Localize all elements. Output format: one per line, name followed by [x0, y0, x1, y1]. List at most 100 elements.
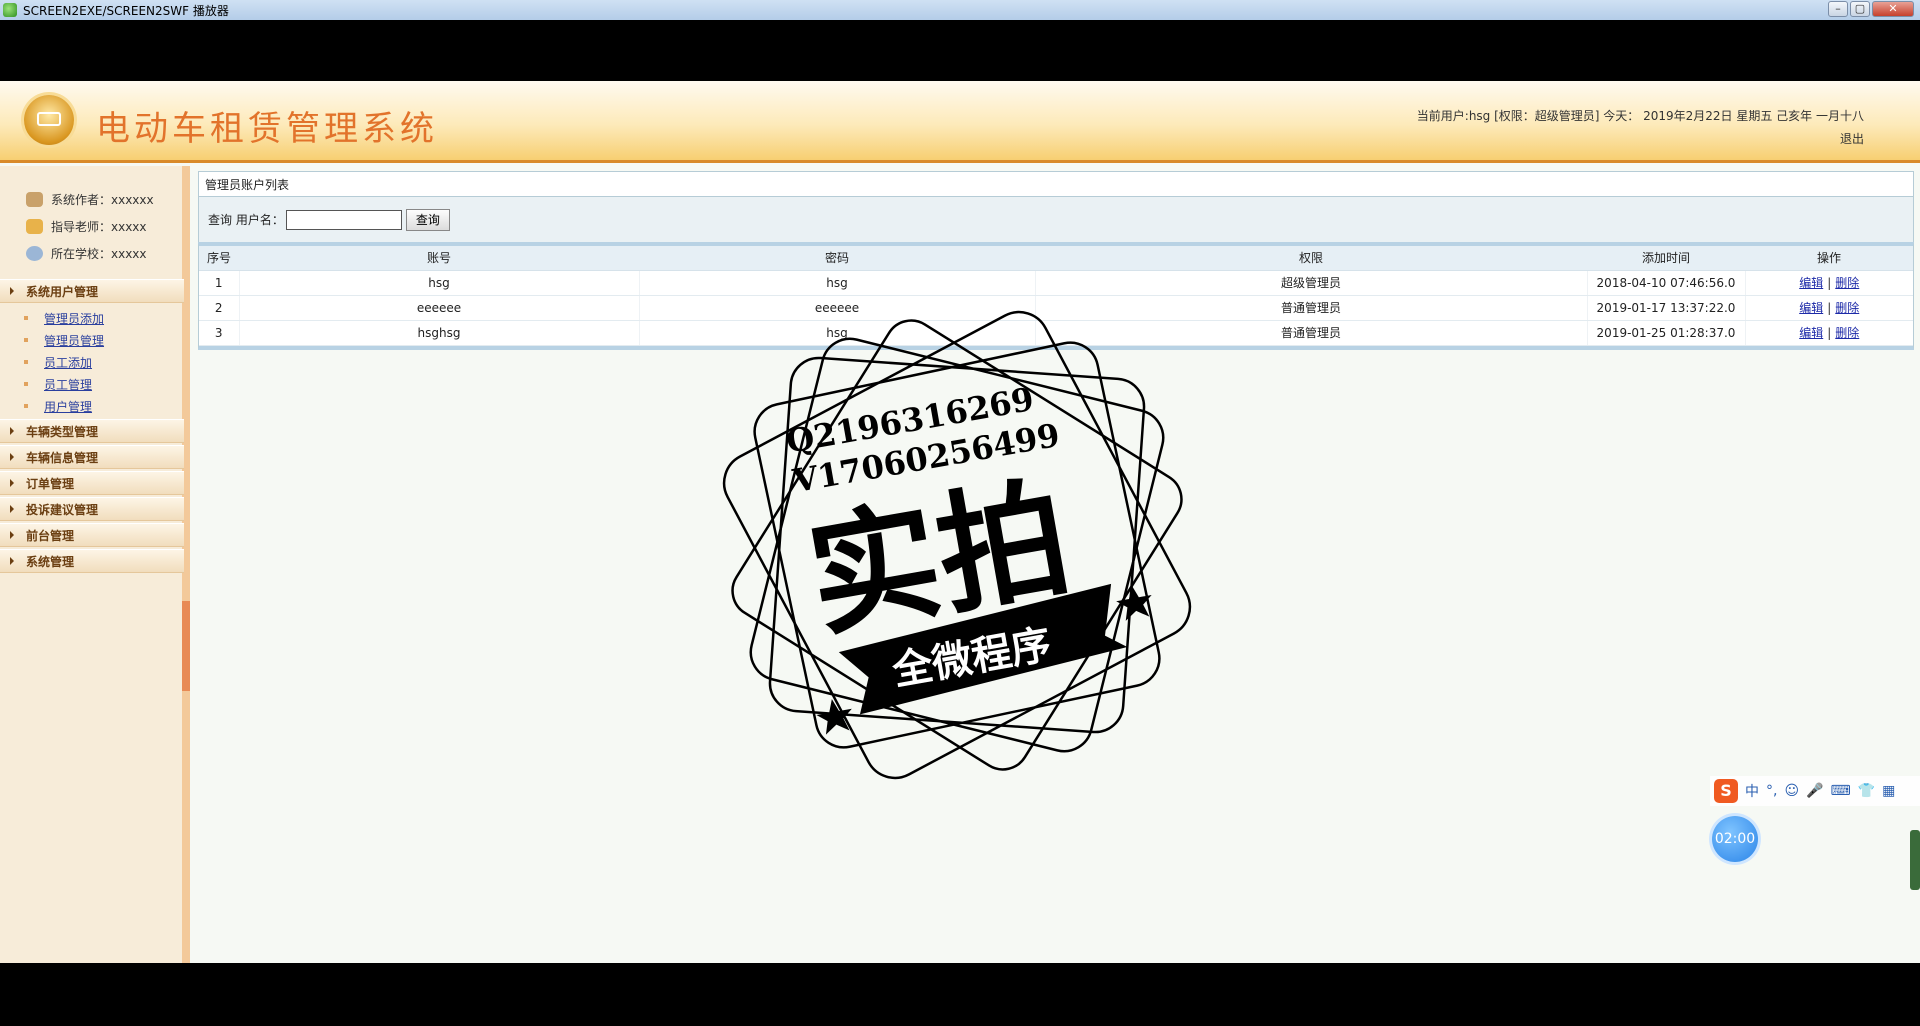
ime-punctuation[interactable]: °,: [1766, 783, 1777, 799]
delete-link[interactable]: 删除: [1835, 276, 1859, 290]
menu-label: 车辆类型管理: [26, 424, 99, 439]
menu-label: 订单管理: [26, 476, 75, 491]
expand-arrow-icon: [10, 453, 14, 461]
main-content: 管理员账户列表 查询 用户名： 查询 序号 账号 密码 权限 添加时间 操作 1…: [198, 171, 1914, 350]
col-account: 账号: [239, 246, 639, 271]
col-index: 序号: [199, 246, 239, 271]
cell-role: 超级管理员: [1035, 270, 1588, 296]
volume-slider[interactable]: [1910, 830, 1920, 890]
school-info: 所在学校：xxxxx: [0, 240, 182, 267]
col-role: 权限: [1035, 246, 1587, 271]
menu-vehicle-info[interactable]: 车辆信息管理: [0, 445, 184, 469]
cell-account: hsg: [239, 270, 640, 296]
cell-index: 2: [199, 295, 240, 321]
menu-system-users[interactable]: 系统用户管理: [0, 279, 184, 303]
col-add-time: 添加时间: [1587, 246, 1745, 271]
microphone-icon[interactable]: 🎤: [1806, 783, 1823, 799]
staff-add-link[interactable]: 员工添加: [44, 354, 92, 371]
staff-manage-link[interactable]: 员工管理: [44, 376, 92, 393]
screen: { "window": { "title": "SCREEN2EXE/SCREE…: [0, 0, 1920, 1026]
sidebar-collapse-handle[interactable]: [182, 601, 190, 691]
cell-account: eeeeee: [239, 295, 640, 321]
menu-label: 系统用户管理: [26, 284, 99, 299]
user-manage-link[interactable]: 用户管理: [44, 398, 92, 415]
sidebar: 系统作者：xxxxxx 指导老师：xxxxx 所在学校：xxxxx 系统用户管理: [0, 166, 190, 963]
cell-actions: 编辑 | 删除: [1745, 295, 1913, 321]
cell-actions: 编辑 | 删除: [1745, 320, 1913, 346]
expand-arrow-icon: [10, 479, 14, 487]
menu-label: 车辆信息管理: [26, 450, 99, 465]
cell-actions: 编辑 | 删除: [1745, 270, 1913, 296]
sidebar-menu: 系统用户管理 管理员添加 管理员管理 员工添加 员工管理 用户管理 车辆类型管理…: [0, 279, 184, 573]
close-button[interactable]: ✕: [1872, 1, 1914, 17]
sidebar-item-staff-add: 员工添加: [0, 351, 182, 373]
logout-link[interactable]: 退出: [1840, 130, 1864, 147]
minimize-button[interactable]: –: [1828, 1, 1848, 17]
toolbox-icon[interactable]: ▦: [1882, 783, 1895, 799]
panel-title: 管理员账户列表: [198, 171, 1914, 197]
recording-timer[interactable]: 02:00: [1712, 816, 1758, 862]
table-row: 2 eeeeee eeeeee 普通管理员 2019-01-17 13:37:2…: [199, 295, 1913, 321]
app-icon: [3, 3, 17, 17]
cell-add-time: 2019-01-17 13:37:22.0: [1587, 295, 1746, 321]
menu-label: 系统管理: [26, 554, 75, 569]
col-password: 密码: [639, 246, 1035, 271]
skin-icon[interactable]: 👕: [1858, 783, 1875, 799]
window-title: SCREEN2EXE/SCREEN2SWF 播放器: [23, 3, 229, 18]
sidebar-item-user-manage: 用户管理: [0, 395, 182, 417]
query-button[interactable]: 查询: [405, 208, 450, 231]
window-title-bar: SCREEN2EXE/SCREEN2SWF 播放器 – ▢ ✕: [0, 0, 1920, 20]
delete-link[interactable]: 删除: [1835, 326, 1859, 340]
teacher-info: 指导老师：xxxxx: [0, 213, 182, 240]
cell-add-time: 2018-04-10 07:46:56.0: [1587, 270, 1746, 296]
menu-complaints[interactable]: 投诉建议管理: [0, 497, 184, 521]
admin-table: 序号 账号 密码 权限 添加时间 操作 1 hsg hsg 超级管理员 2018…: [198, 242, 1914, 350]
admin-add-link[interactable]: 管理员添加: [44, 310, 104, 327]
teacher-icon: [26, 219, 43, 234]
sidebar-info: 系统作者：xxxxxx 指导老师：xxxxx 所在学校：xxxxx: [0, 166, 182, 267]
cell-index: 1: [199, 270, 240, 296]
school-label: 所在学校：xxxxx: [51, 247, 147, 261]
col-actions: 操作: [1745, 246, 1913, 271]
expand-arrow-icon: [10, 531, 14, 539]
edit-link[interactable]: 编辑: [1799, 326, 1823, 340]
username-search-input[interactable]: [285, 209, 402, 230]
sidebar-item-admin-add: 管理员添加: [0, 307, 182, 329]
menu-vehicle-types[interactable]: 车辆类型管理: [0, 419, 184, 443]
author-label: 系统作者：xxxxxx: [51, 193, 154, 207]
author-info: 系统作者：xxxxxx: [0, 186, 182, 213]
app-window: 电动车租赁管理系统 当前用户:hsg [权限：超级管理员] 今天： 2019年2…: [0, 81, 1920, 963]
keyboard-icon[interactable]: ⌨: [1831, 783, 1851, 799]
teacher-label: 指导老师：xxxxx: [51, 220, 147, 234]
cell-password: hsg: [639, 270, 1036, 296]
cell-account: hsghsg: [239, 320, 640, 346]
expand-arrow-icon: [10, 287, 14, 295]
cell-password: eeeeee: [639, 295, 1036, 321]
edit-link[interactable]: 编辑: [1799, 301, 1823, 315]
system-title: 电动车租赁管理系统: [96, 109, 438, 149]
query-label: 查询 用户名：: [208, 213, 284, 227]
author-icon: [26, 192, 43, 207]
menu-label: 前台管理: [26, 528, 75, 543]
admin-manage-link[interactable]: 管理员管理: [44, 332, 104, 349]
menu-system[interactable]: 系统管理: [0, 549, 184, 573]
query-bar: 查询 用户名： 查询: [198, 197, 1914, 242]
menu-orders[interactable]: 订单管理: [0, 471, 184, 495]
sidebar-item-admin-manage: 管理员管理: [0, 329, 182, 351]
menu-frontend[interactable]: 前台管理: [0, 523, 184, 547]
current-user-info: 当前用户:hsg [权限：超级管理员] 今天： 2019年2月22日 星期五 己…: [1416, 109, 1864, 123]
logo-icon: [24, 95, 74, 145]
cell-password: hsg: [639, 320, 1036, 346]
table-header-row: 序号 账号 密码 权限 添加时间 操作: [199, 246, 1913, 271]
emoji-icon[interactable]: ☺: [1784, 783, 1799, 799]
expand-arrow-icon: [10, 505, 14, 513]
sogou-logo-icon[interactable]: S: [1714, 779, 1738, 803]
sidebar-item-staff-manage: 员工管理: [0, 373, 182, 395]
maximize-button[interactable]: ▢: [1850, 1, 1870, 17]
ime-chinese-mode[interactable]: 中: [1745, 781, 1759, 801]
edit-link[interactable]: 编辑: [1799, 276, 1823, 290]
delete-link[interactable]: 删除: [1835, 301, 1859, 315]
expand-arrow-icon: [10, 557, 14, 565]
cell-add-time: 2019-01-25 01:28:37.0: [1587, 320, 1746, 346]
table-row: 3 hsghsg hsg 普通管理员 2019-01-25 01:28:37.0…: [199, 320, 1913, 346]
